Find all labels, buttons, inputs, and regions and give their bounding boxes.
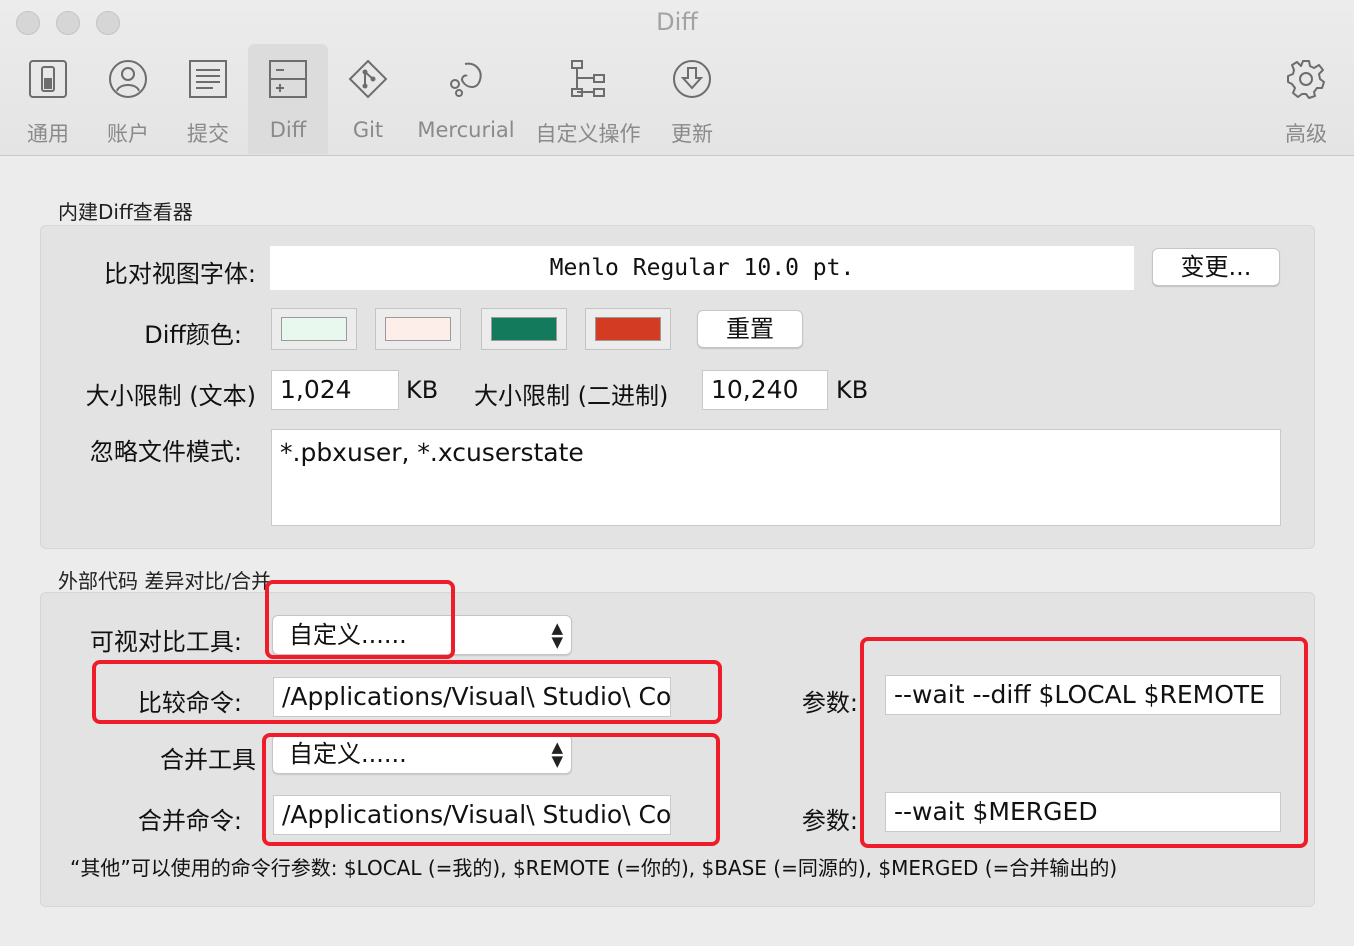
custom-actions-icon bbox=[571, 60, 605, 97]
tab-advanced-label: 高级 bbox=[1285, 122, 1327, 146]
tab-advanced[interactable]: 高级 bbox=[1270, 44, 1342, 154]
tab-accounts[interactable]: 账户 bbox=[92, 44, 164, 154]
visual-tool-label: 可视对比工具: bbox=[89, 628, 242, 656]
user-icon bbox=[109, 60, 147, 98]
switch-icon bbox=[29, 60, 67, 98]
annotation-highlight-args bbox=[860, 637, 1308, 848]
document-icon bbox=[189, 60, 227, 98]
font-display: Menlo Regular 10.0 pt. bbox=[270, 246, 1134, 290]
tab-general-label: 通用 bbox=[27, 122, 69, 146]
color-swatch bbox=[281, 317, 347, 341]
tab-mercurial-label: Mercurial bbox=[417, 118, 515, 142]
chevron-updown-icon: ▲ ▼ bbox=[551, 619, 563, 651]
update-icon bbox=[673, 60, 711, 98]
tab-accounts-label: 账户 bbox=[107, 122, 149, 146]
text-limit-input[interactable]: 1,024 bbox=[271, 370, 399, 410]
binary-limit-input[interactable]: 10,240 bbox=[702, 370, 828, 410]
gear-icon bbox=[1287, 60, 1325, 99]
color-swatch bbox=[595, 317, 661, 341]
tab-custom-actions[interactable]: 自定义操作 bbox=[528, 44, 648, 154]
color-swatch bbox=[385, 317, 451, 341]
ignore-pattern-label: 忽略文件模式: bbox=[89, 438, 242, 466]
color-swatch bbox=[491, 317, 557, 341]
tab-git[interactable]: Git bbox=[336, 44, 400, 154]
tab-commit-label: 提交 bbox=[187, 122, 229, 146]
color-well-added-bg[interactable] bbox=[271, 308, 357, 350]
tab-custom-actions-label: 自定义操作 bbox=[535, 122, 641, 146]
tab-update-label: 更新 bbox=[671, 122, 713, 146]
tab-git-label: Git bbox=[352, 118, 384, 142]
tab-update[interactable]: 更新 bbox=[656, 44, 728, 154]
reset-colors-button[interactable]: 重置 bbox=[697, 310, 803, 348]
merge-command-label: 合并命令: bbox=[137, 807, 242, 835]
builtin-section-title: 内建Diff查看器 bbox=[58, 200, 193, 224]
git-icon bbox=[348, 59, 388, 99]
command-args-hint: “其他”可以使用的命令行参数: $LOCAL (=我的), $REMOTE (=… bbox=[70, 856, 1118, 880]
annotation-highlight-merge bbox=[262, 733, 720, 846]
color-well-removed-bg[interactable] bbox=[375, 308, 461, 350]
text-limit-label: 大小限制 (文本) bbox=[85, 382, 256, 410]
font-label: 比对视图字体: bbox=[103, 260, 256, 288]
external-section-title: 外部代码 差异对比/合并 bbox=[58, 569, 272, 593]
tab-commit[interactable]: 提交 bbox=[172, 44, 244, 154]
annotation-highlight-compare-command bbox=[92, 660, 722, 724]
binary-limit-unit: KB bbox=[836, 376, 869, 404]
toolbar: Diff 通用 账户 提交 Diff Git Mercurial 自定义操作 更… bbox=[0, 0, 1354, 156]
ignore-pattern-textarea[interactable]: *.pbxuser, *.xcuserstate bbox=[271, 429, 1281, 526]
mercurial-icon bbox=[450, 62, 482, 97]
diff-icon bbox=[269, 60, 307, 98]
color-well-removed[interactable] bbox=[585, 308, 671, 350]
diff-color-label: Diff颜色: bbox=[144, 321, 242, 349]
tab-diff[interactable]: Diff bbox=[248, 44, 328, 154]
window-title: Diff bbox=[656, 8, 698, 36]
tab-general[interactable]: 通用 bbox=[12, 44, 84, 154]
color-well-added[interactable] bbox=[481, 308, 567, 350]
compare-args-label: 参数: bbox=[801, 689, 858, 717]
binary-limit-label: 大小限制 (二进制) bbox=[474, 382, 669, 410]
tab-mercurial[interactable]: Mercurial bbox=[412, 44, 520, 154]
tab-diff-label: Diff bbox=[269, 118, 307, 142]
merge-tool-label: 合并工具 bbox=[160, 746, 256, 774]
merge-args-label: 参数: bbox=[801, 807, 858, 835]
text-limit-unit: KB bbox=[406, 376, 439, 404]
annotation-highlight-visual-tool bbox=[265, 580, 455, 659]
change-font-button[interactable]: 变更... bbox=[1152, 248, 1280, 286]
